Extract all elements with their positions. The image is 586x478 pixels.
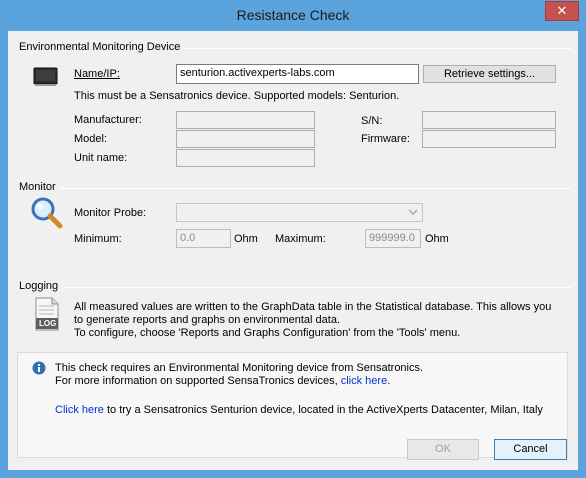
monitor-probe-label: Monitor Probe: xyxy=(74,207,147,219)
manufacturer-label: Manufacturer: xyxy=(74,114,142,126)
monitor-probe-select[interactable] xyxy=(176,203,423,222)
logging-group-label: Logging xyxy=(19,280,63,292)
info-line3-suffix: to try a Sensatronics Senturion device, … xyxy=(103,404,543,416)
dialog-client-area: Environmental Monitoring Device Name/IP:… xyxy=(8,31,578,470)
name-ip-input[interactable]: senturion.activexperts-labs.com xyxy=(176,64,419,84)
group-divider xyxy=(64,287,571,288)
logging-text-line2: to generate reports and graphs on enviro… xyxy=(74,314,341,326)
logging-text-line1: All measured values are written to the G… xyxy=(74,301,552,313)
unit-name-field xyxy=(176,149,315,167)
model-label: Model: xyxy=(74,133,108,145)
dialog-window: Resistance Check ✕ Environmental Monitor… xyxy=(0,0,586,478)
maximum-label: Maximum: xyxy=(275,233,326,245)
sn-label: S/N: xyxy=(361,115,383,127)
device-note: This must be a Sensatronics device. Supp… xyxy=(74,90,400,102)
magnifier-icon xyxy=(30,196,64,230)
log-file-icon: LOG xyxy=(34,297,60,331)
supported-devices-link[interactable]: click here xyxy=(341,375,387,387)
close-button[interactable]: ✕ xyxy=(545,1,579,21)
info-line2-prefix: For more information on supported SensaT… xyxy=(55,375,341,387)
title-bar[interactable]: Resistance Check ✕ xyxy=(0,0,586,31)
info-line2-suffix: . xyxy=(387,375,391,387)
unit-name-label: Unit name: xyxy=(74,152,128,164)
group-divider xyxy=(60,188,571,189)
info-line1: This check requires an Environmental Mon… xyxy=(55,362,424,374)
minimum-label: Minimum: xyxy=(74,233,122,245)
device-group-label: Environmental Monitoring Device xyxy=(19,41,185,53)
close-icon: ✕ xyxy=(556,3,568,18)
try-senturion-link[interactable]: Click here xyxy=(55,404,104,416)
minimum-unit: Ohm xyxy=(234,233,258,245)
maximum-input[interactable]: 999999.0 xyxy=(365,229,421,248)
retrieve-settings-button[interactable]: Retrieve settings... xyxy=(423,65,556,83)
group-divider xyxy=(185,48,571,49)
monitor-group-label: Monitor xyxy=(19,181,60,193)
firmware-label: Firmware: xyxy=(361,133,410,145)
device-icon xyxy=(33,66,59,88)
info-icon xyxy=(32,361,46,375)
sn-field xyxy=(422,111,556,129)
cancel-button[interactable]: Cancel xyxy=(494,439,567,460)
logging-text-line3: To configure, choose 'Reports and Graphs… xyxy=(74,327,461,339)
maximum-unit: Ohm xyxy=(425,233,449,245)
name-ip-label: Name/IP: xyxy=(74,68,120,80)
ok-button[interactable]: OK xyxy=(407,439,479,460)
minimum-input[interactable]: 0.0 xyxy=(176,229,231,248)
model-field xyxy=(176,130,315,148)
log-icon-text: LOG xyxy=(39,319,57,328)
info-line2: For more information on supported SensaT… xyxy=(55,375,390,387)
manufacturer-field xyxy=(176,111,315,129)
chevron-down-icon xyxy=(408,206,418,221)
info-line3: Click here to try a Sensatronics Senturi… xyxy=(55,404,543,416)
window-title: Resistance Check xyxy=(236,7,350,23)
firmware-field xyxy=(422,130,556,148)
